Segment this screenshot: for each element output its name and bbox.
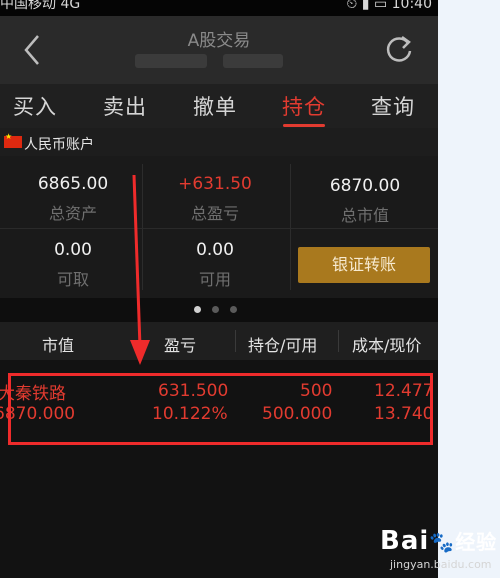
baidu-jingyan-watermark: Bai🐾经验 jingyan.baidu.com [380, 520, 498, 575]
china-flag-icon [4, 132, 22, 148]
signal-icon: ▮ [361, 0, 370, 12]
total-pnl-label: 总盈亏 [190, 204, 239, 223]
column-header-position: 持仓/可用 [248, 336, 318, 355]
holdings-table-header: 市值 盈亏 持仓/可用 成本/现价 [0, 322, 438, 360]
divider [0, 228, 438, 229]
column-header-market-value: 市值 [42, 336, 75, 355]
page-indicator [0, 298, 438, 322]
column-header-cost-price: 成本/现价 [352, 336, 422, 355]
alarm-icon: ⏲ [346, 0, 358, 12]
page-dot[interactable] [194, 306, 201, 313]
tab-sell[interactable]: 卖出 [90, 91, 160, 121]
battery-icon: ▭ [373, 0, 388, 12]
total-pnl-value: +631.50 [178, 174, 252, 194]
watermark-brand: Bai🐾经验 [380, 526, 497, 556]
watermark-brand-text: Bai [380, 526, 430, 556]
annotation-highlight-box [8, 373, 433, 445]
paw-icon: 🐾 [429, 530, 456, 554]
carrier-label: 中国移动 4G [0, 0, 81, 12]
trade-tabs: 买入 卖出 撤单 持仓 查询 [0, 84, 438, 129]
watermark-brand-suffix: 经验 [455, 530, 498, 554]
phone-screen: 中国移动 4G ⏲ ▮ ▭ 10:40 A股交易 买入 卖出 撤单 持仓 查询 … [0, 0, 438, 578]
refresh-icon[interactable] [382, 32, 416, 66]
active-tab-underline [283, 124, 325, 127]
available-value: 0.00 [196, 240, 234, 260]
account-label: 人民币账户 [24, 137, 94, 153]
total-market-value-label: 总市值 [340, 206, 389, 225]
watermark-site: jingyan.baidu.com [390, 558, 492, 571]
tab-holdings[interactable]: 持仓 [269, 91, 339, 127]
available: 0.00 可用 [142, 240, 288, 290]
total-market-value: 6870.00 总市值 [292, 176, 438, 226]
account-bar: 人民币账户 [0, 128, 438, 156]
total-pnl: +631.50 总盈亏 [142, 174, 288, 224]
divider [290, 164, 291, 290]
page-dot[interactable] [212, 306, 219, 313]
tab-query[interactable]: 查询 [358, 91, 428, 121]
tab-buy[interactable]: 买入 [0, 91, 70, 121]
bank-securities-transfer-button[interactable]: 银证转账 [298, 247, 430, 283]
time-label: 10:40 [391, 0, 432, 12]
status-bar: 中国移动 4G ⏲ ▮ ▭ 10:40 [0, 0, 438, 16]
status-clock: ⏲ ▮ ▭ 10:40 [346, 0, 432, 12]
annotation-arrow-icon [130, 175, 150, 365]
tab-holdings-label: 持仓 [282, 95, 326, 119]
divider [338, 330, 339, 352]
available-label: 可用 [198, 270, 231, 289]
app-bar: A股交易 [0, 16, 438, 84]
total-market-value-value: 6870.00 [329, 176, 401, 196]
column-header-pnl: 盈亏 [164, 336, 197, 355]
account-id-masked [135, 54, 305, 70]
divider [235, 330, 236, 352]
page-title: A股交易 [187, 31, 251, 51]
tab-cancel[interactable]: 撤单 [180, 91, 250, 121]
page-dot[interactable] [230, 306, 237, 313]
